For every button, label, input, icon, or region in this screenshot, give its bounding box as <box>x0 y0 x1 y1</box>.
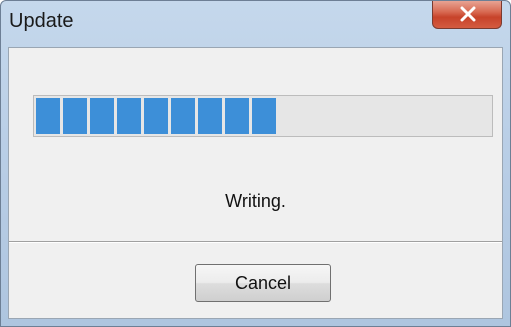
close-button[interactable] <box>432 1 502 29</box>
cancel-button[interactable]: Cancel <box>195 264 331 302</box>
window-title: Update <box>9 10 74 32</box>
progress-bar <box>33 95 493 137</box>
progress-block <box>144 98 168 134</box>
progress-block <box>117 98 141 134</box>
update-dialog: Update Writing. Cancel <box>0 0 511 327</box>
dialog-body: Writing. Cancel <box>8 47 503 319</box>
progress-block <box>63 98 87 134</box>
progress-block <box>36 98 60 134</box>
progress-block <box>171 98 195 134</box>
progress-block <box>90 98 114 134</box>
progress-block <box>252 98 276 134</box>
close-icon <box>460 6 476 22</box>
title-bar[interactable]: Update <box>1 1 510 47</box>
progress-fill <box>36 98 276 134</box>
progress-block <box>225 98 249 134</box>
divider <box>9 241 502 243</box>
progress-block <box>198 98 222 134</box>
status-text: Writing. <box>225 191 286 211</box>
